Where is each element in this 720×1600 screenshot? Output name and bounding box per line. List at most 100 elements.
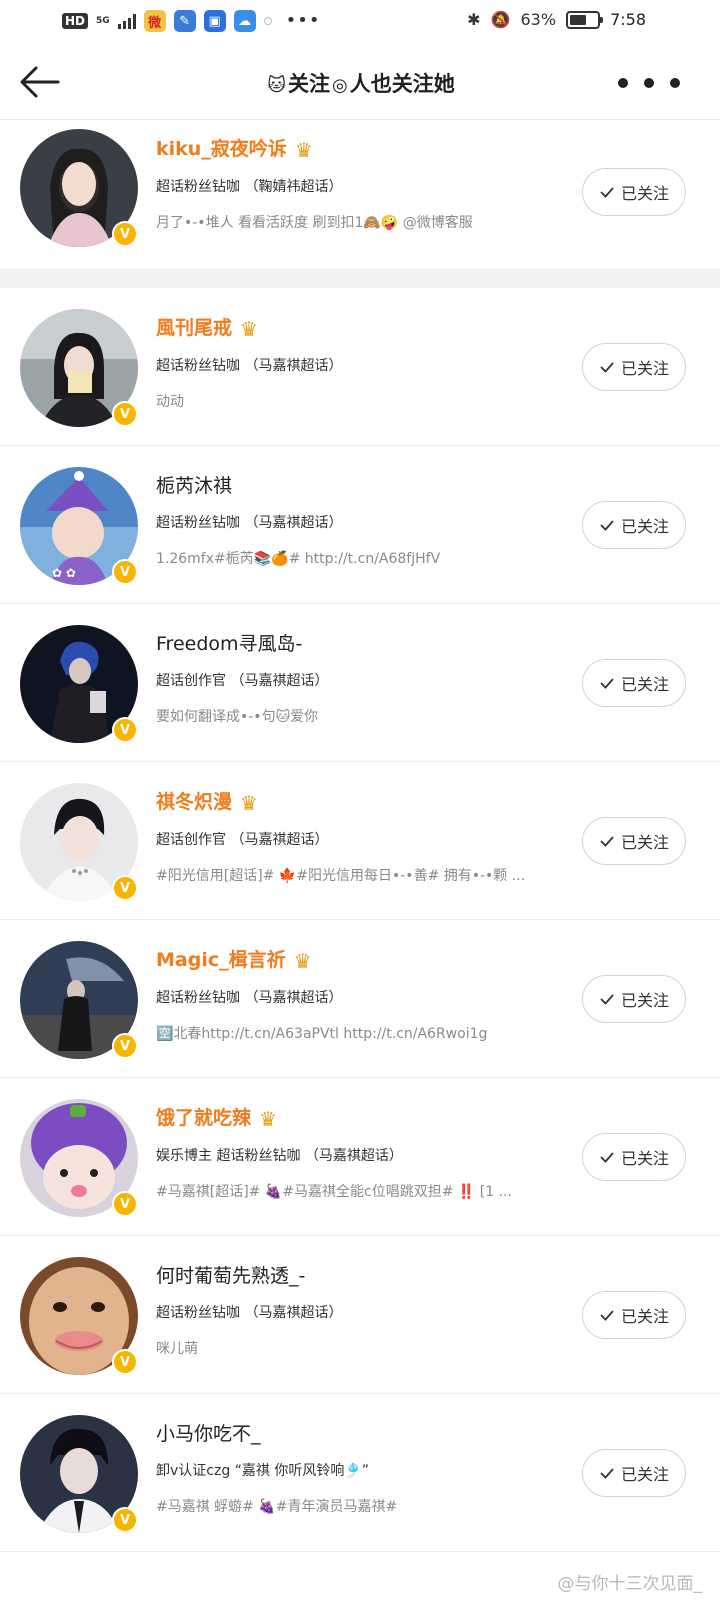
- contacts-icon: ▣: [203, 10, 226, 32]
- user-name[interactable]: Magic_楫言祈 ♛: [156, 946, 576, 975]
- list-item[interactable]: V 風刊尾戒 ♛ 超话粉丝钻咖 （马嘉祺超话） 动动 已关注: [0, 288, 720, 446]
- verified-badge-icon: V: [112, 1191, 138, 1217]
- user-description: 卸v认证czg “嘉祺 你听风铃响🎐”: [156, 1463, 370, 1479]
- list-item[interactable]: V Magic_楫言祈 ♛ 超话粉丝钻咖 （马嘉祺超话） 🈳北春http://t.…: [0, 920, 720, 1078]
- user-bio: #马嘉祺 蜉蝣# 🍇#青年演员马嘉祺#: [156, 1499, 398, 1515]
- avatar[interactable]: ✿ ✿ V: [20, 467, 138, 585]
- user-name[interactable]: 祺冬炽漫 ♛: [156, 788, 576, 817]
- user-bio: 1.26mfx#栀芮📚🍊# http://t.cn/A68fjHfV: [156, 551, 441, 567]
- dot-icon: [670, 78, 680, 88]
- watermark: @与你十三次见面_: [557, 1574, 703, 1594]
- verified-badge-icon: V: [112, 559, 138, 585]
- avatar[interactable]: V: [20, 129, 138, 247]
- user-description: 娱乐博主 超话粉丝钻咖 （马嘉祺超话）: [156, 1148, 403, 1164]
- avatar[interactable]: V: [20, 1099, 138, 1217]
- user-name[interactable]: Freedom寻風岛-: [156, 630, 576, 658]
- title-prefix: 关注: [288, 72, 331, 96]
- user-name[interactable]: 栀芮沐祺: [156, 472, 576, 500]
- crown-icon: ♛: [259, 1107, 277, 1131]
- avatar[interactable]: V: [20, 1415, 138, 1533]
- swirl-icon: ◎: [332, 74, 348, 96]
- user-description: 超话粉丝钻咖 （马嘉祺超话）: [156, 515, 343, 531]
- list-item[interactable]: V kiku_寂夜吟诉 ♛ 超话粉丝钻咖 （鞠婧祎超话） 月了•-•堆人 看看活跃…: [0, 121, 720, 270]
- user-description: 超话粉丝钻咖 （马嘉祺超话）: [156, 990, 343, 1006]
- feather-icon: ✎: [173, 10, 196, 32]
- verified-badge-icon: V: [112, 401, 138, 427]
- user-description: 超话粉丝钻咖 （鞠婧祎超话）: [156, 179, 343, 195]
- dot-icon: [644, 78, 654, 88]
- list-item[interactable]: V 小马你吃不_ 卸v认证czg “嘉祺 你听风铃响🎐” #马嘉祺 蜉蝣# 🍇#…: [0, 1394, 720, 1552]
- user-bio: 动动: [156, 394, 184, 410]
- list-item[interactable]: V Freedom寻風岛- 超话创作官 （马嘉祺超话） 要如何翻译成•-•句🐱爱…: [0, 604, 720, 762]
- followed-button[interactable]: 已关注: [582, 659, 686, 707]
- check-icon: [600, 1310, 614, 1321]
- status-right: ✱ 🔕 63% 7:58: [467, 10, 646, 29]
- check-icon: [600, 1468, 614, 1479]
- user-description: 超话创作官 （马嘉祺超话）: [156, 673, 329, 689]
- check-icon: [600, 362, 614, 373]
- check-icon: [600, 836, 614, 847]
- notification-dot-icon: [263, 17, 272, 25]
- page-title: 🐱关注 ◎人也关注她: [0, 68, 720, 98]
- user-description: 超话创作官 （马嘉祺超话）: [156, 832, 329, 848]
- user-bio: 月了•-•堆人 看看活跃度 刷到扣1🙈🤪 @微博客服: [156, 215, 473, 231]
- followed-button[interactable]: 已关注: [582, 501, 686, 549]
- more-notifications-icon: •••: [285, 10, 321, 31]
- verified-badge-icon: V: [112, 1349, 138, 1375]
- nav-bar: 🐱关注 ◎人也关注她: [0, 46, 720, 120]
- crown-icon: ♛: [293, 949, 312, 973]
- user-bio: #马嘉祺[超话]# 🍇#马嘉祺全能c位唱跳双担# ‼️ [1 ...: [156, 1184, 512, 1200]
- followed-button[interactable]: 已关注: [582, 1291, 686, 1339]
- avatar[interactable]: V: [20, 1257, 138, 1375]
- verified-badge-icon: V: [112, 717, 138, 743]
- hd-badge: HD: [62, 13, 89, 29]
- verified-badge-icon: V: [112, 1507, 138, 1533]
- list-item[interactable]: V 何时葡萄先熟透_- 超话粉丝钻咖 （马嘉祺超话） 咪儿萌 已关注: [0, 1236, 720, 1394]
- check-icon: [600, 994, 614, 1005]
- weibo-icon: 微: [143, 10, 166, 32]
- title-suffix: 人也关注她: [349, 72, 455, 96]
- avatar[interactable]: V: [20, 309, 138, 427]
- verified-badge-icon: V: [112, 221, 138, 247]
- cat-emoji-icon: 🐱: [267, 74, 287, 96]
- user-bio: 🈳北春http://t.cn/A63aPVtl http://t.cn/A6Rw…: [156, 1026, 488, 1042]
- bluetooth-icon: ✱: [467, 10, 481, 29]
- list-item[interactable]: V 饿了就吃辣 ♛ 娱乐博主 超话粉丝钻咖 （马嘉祺超话） #马嘉祺[超话]# 🍇…: [0, 1078, 720, 1236]
- user-description: 超话粉丝钻咖 （马嘉祺超话）: [156, 1305, 343, 1321]
- user-description: 超话粉丝钻咖 （马嘉祺超话）: [156, 358, 343, 374]
- followed-button[interactable]: 已关注: [582, 1133, 686, 1181]
- avatar[interactable]: V: [20, 783, 138, 901]
- more-options-button[interactable]: [618, 78, 680, 88]
- user-bio: #阳光信用[超话]# 🍁#阳光信用每日•-•善# 拥有•-•颗 ...: [156, 868, 526, 884]
- crown-icon: ♛: [294, 138, 313, 162]
- user-list: V kiku_寂夜吟诉 ♛ 超话粉丝钻咖 （鞠婧祎超话） 月了•-•堆人 看看活跃…: [0, 121, 720, 1552]
- list-item[interactable]: ✿ ✿ V 栀芮沐祺 超话粉丝钻咖 （马嘉祺超话） 1.26mfx#栀芮📚🍊# …: [0, 446, 720, 604]
- mute-icon: 🔕: [490, 10, 511, 29]
- battery-percent: 63%: [520, 10, 557, 29]
- verified-badge-icon: V: [112, 1033, 138, 1059]
- crown-icon: ♛: [240, 791, 258, 815]
- user-name[interactable]: 小马你吃不_: [156, 1420, 576, 1448]
- followed-button[interactable]: 已关注: [582, 343, 686, 391]
- user-name[interactable]: kiku_寂夜吟诉 ♛: [156, 135, 576, 164]
- user-name[interactable]: 饿了就吃辣 ♛: [156, 1104, 576, 1133]
- followed-button[interactable]: 已关注: [582, 975, 686, 1023]
- check-icon: [600, 520, 614, 531]
- check-icon: [600, 1152, 614, 1163]
- check-icon: [600, 678, 614, 689]
- cloud-icon: ☁: [233, 10, 256, 32]
- status-left: HD 5G 微 ✎ ▣ ☁ •••: [62, 10, 321, 32]
- verified-badge-icon: V: [112, 875, 138, 901]
- user-name[interactable]: 風刊尾戒 ♛: [156, 314, 576, 343]
- avatar[interactable]: V: [20, 941, 138, 1059]
- dot-icon: [618, 78, 628, 88]
- followed-button[interactable]: 已关注: [582, 1449, 686, 1497]
- user-name[interactable]: 何时葡萄先熟透_-: [156, 1262, 576, 1290]
- avatar[interactable]: V: [20, 625, 138, 743]
- status-bar: HD 5G 微 ✎ ▣ ☁ ••• ✱ 🔕 63% 7:58: [0, 0, 720, 46]
- followed-button[interactable]: 已关注: [582, 817, 686, 865]
- battery-icon: [566, 10, 604, 29]
- section-divider: [0, 270, 720, 288]
- list-item[interactable]: V 祺冬炽漫 ♛ 超话创作官 （马嘉祺超话） #阳光信用[超话]# 🍁#阳光信用每…: [0, 762, 720, 920]
- followed-button[interactable]: 已关注: [582, 168, 686, 216]
